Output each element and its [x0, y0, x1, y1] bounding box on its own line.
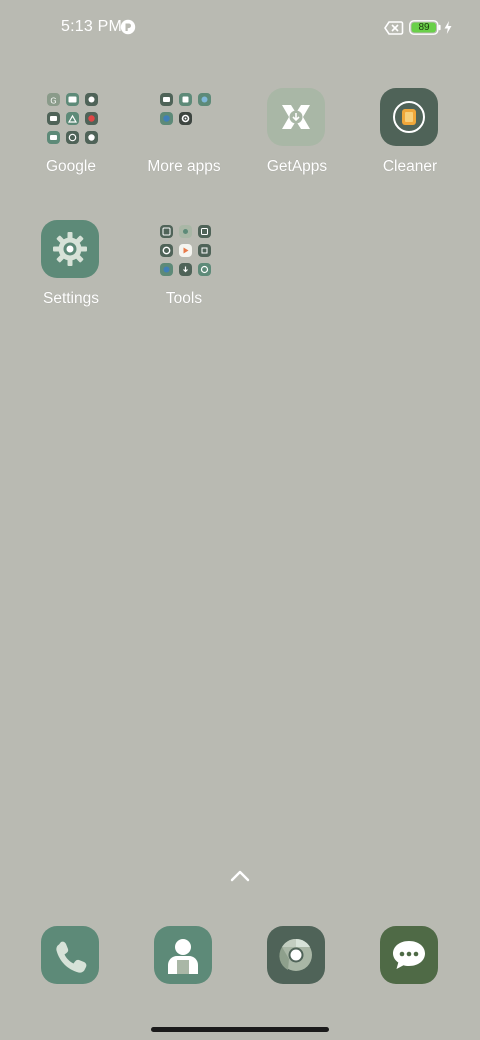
status-bar: 5:13 PM 89	[0, 0, 480, 56]
home-indicator[interactable]	[151, 1027, 329, 1032]
app-tools-folder[interactable]: Tools	[127, 220, 241, 330]
app-label: Google	[46, 158, 96, 175]
app-label: Settings	[42, 290, 99, 307]
chrome-icon	[279, 938, 312, 971]
dock-contacts-button[interactable]	[154, 926, 212, 984]
status-time: 5:13 PM	[61, 18, 122, 35]
phone-icon	[56, 941, 87, 973]
contacts-icon	[168, 939, 198, 974]
app-settings[interactable]: Settings	[14, 220, 128, 330]
svg-text:G: G	[50, 97, 56, 106]
app-cleaner[interactable]: Cleaner	[353, 88, 467, 198]
dock-phone-button[interactable]	[41, 926, 99, 984]
app-google-folder[interactable]: G Google	[14, 88, 128, 198]
app-label: More apps	[147, 158, 221, 175]
notification-icon	[120, 19, 136, 35]
charging-icon	[444, 21, 452, 34]
app-label: GetApps	[266, 158, 328, 175]
app-label: Cleaner	[382, 158, 438, 175]
more-apps-folder-icon	[154, 88, 214, 148]
app-label: Tools	[165, 290, 203, 307]
home-screen: 5:13 PM 89 G Google More apps GetApps Cl…	[0, 0, 480, 1040]
getapps-icon	[267, 88, 327, 148]
messages-icon	[393, 941, 425, 969]
app-getapps[interactable]: GetApps	[240, 88, 354, 198]
chevron-up-icon[interactable]	[228, 866, 252, 886]
battery-level: 89	[418, 22, 430, 33]
tools-folder-icon	[154, 220, 214, 280]
app-more-apps-folder[interactable]: More apps	[127, 88, 241, 198]
google-folder-icon: G	[41, 88, 101, 148]
no-sim-icon	[384, 21, 404, 35]
dock-chrome-button[interactable]	[267, 926, 325, 984]
dock-messages-button[interactable]	[380, 926, 438, 984]
cleaner-icon	[380, 88, 440, 148]
settings-icon	[41, 220, 101, 280]
